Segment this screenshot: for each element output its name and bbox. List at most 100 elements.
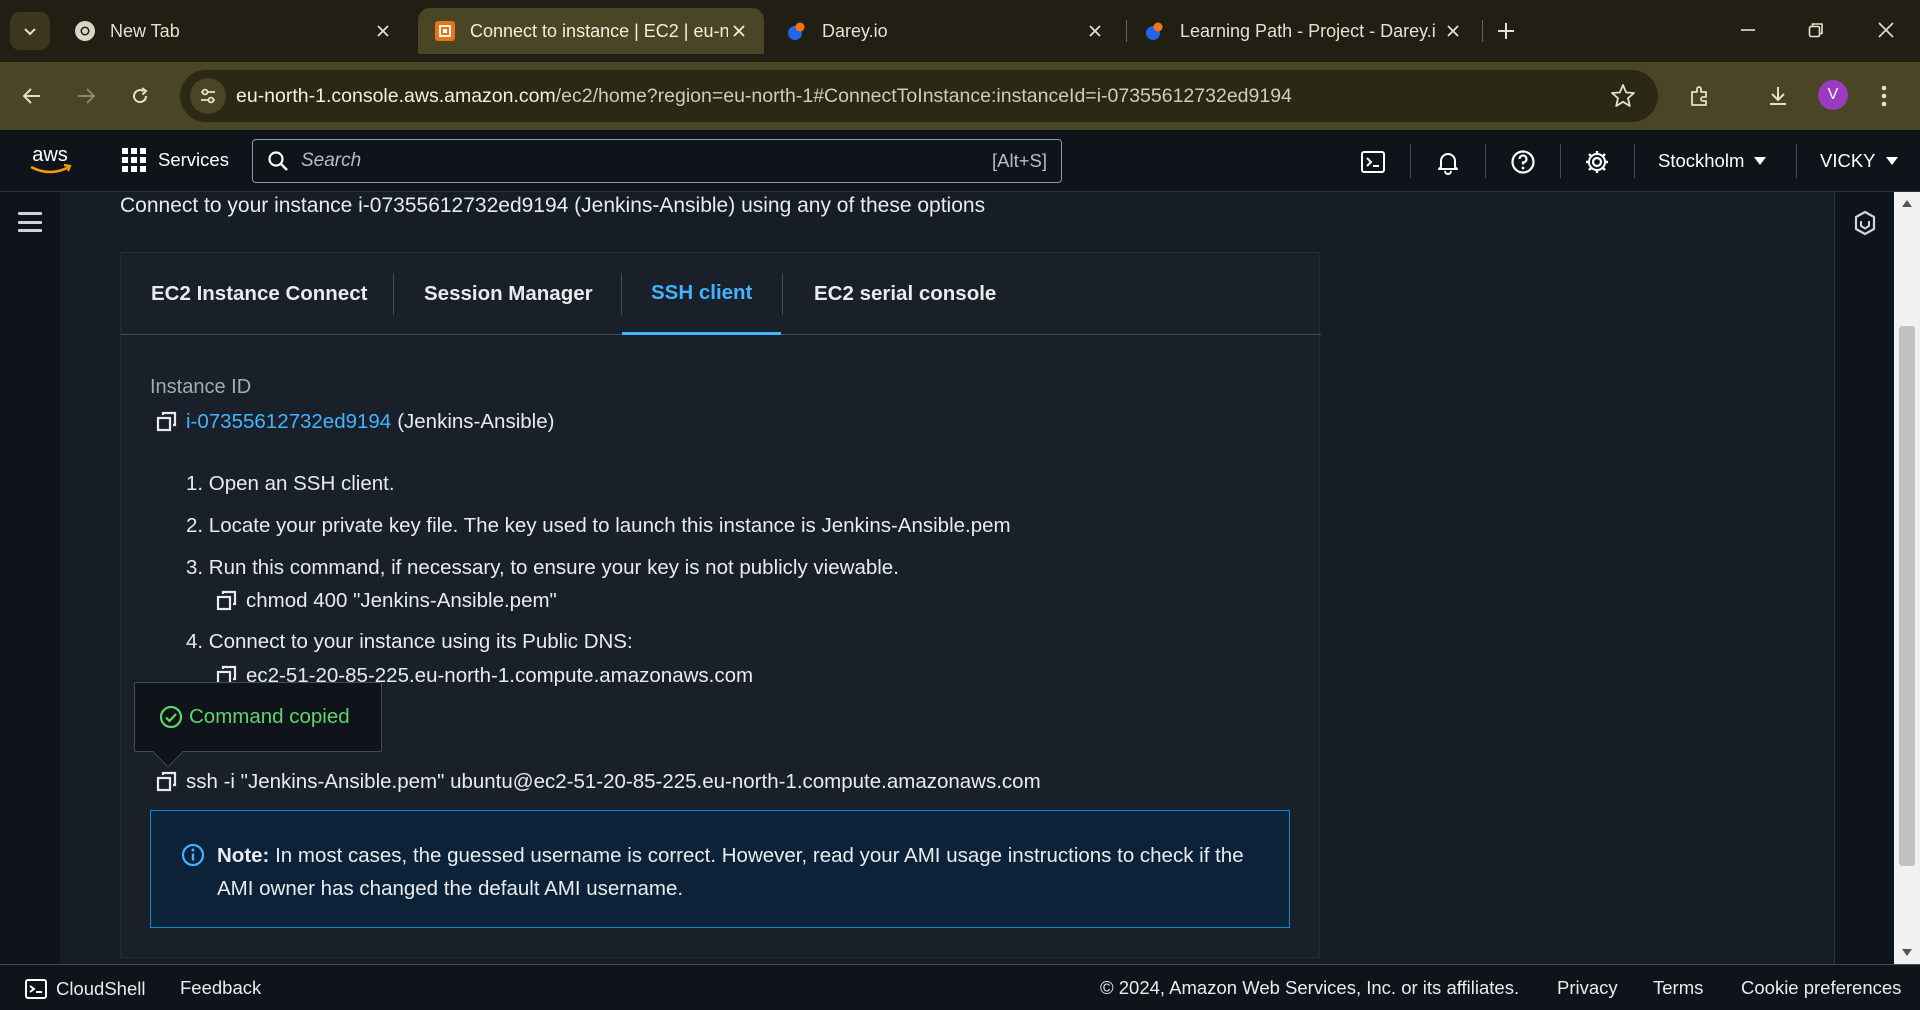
note-text: Note: In most cases, the guessed usernam… xyxy=(217,839,1257,905)
gear-icon xyxy=(1586,151,1608,173)
connect-method-tabs: EC2 Instance Connect Session Manager SSH… xyxy=(121,253,1321,335)
bookmark-star-icon[interactable] xyxy=(1610,83,1636,109)
close-tab-icon[interactable] xyxy=(372,20,394,42)
instance-name: (Jenkins-Ansible) xyxy=(397,410,555,433)
tab-separator xyxy=(393,273,394,315)
tab-session-manager[interactable]: Session Manager xyxy=(424,253,593,335)
services-menu[interactable]: Services xyxy=(122,148,229,172)
tab-search-button[interactable] xyxy=(10,12,50,50)
browser-tab-learning-path[interactable]: Learning Path - Project - Darey.i xyxy=(1128,8,1478,54)
tools-panel-rail xyxy=(1834,192,1894,964)
notifications-button[interactable] xyxy=(1435,149,1461,175)
new-tab-button[interactable] xyxy=(1492,17,1520,45)
account-menu[interactable]: VICKY xyxy=(1820,150,1898,172)
region-selector[interactable]: Stockholm xyxy=(1658,150,1767,172)
minimize-button[interactable] xyxy=(1728,14,1768,46)
header-separator xyxy=(1634,144,1635,178)
side-navigation-rail xyxy=(0,192,60,964)
browser-menu-button[interactable] xyxy=(1866,78,1902,114)
svg-text:aws: aws xyxy=(32,144,68,166)
downloads-button[interactable] xyxy=(1760,78,1796,114)
reload-button[interactable] xyxy=(122,78,158,114)
step-4: 4. Connect to your instance using its Pu… xyxy=(186,630,633,653)
header-separator xyxy=(1485,144,1486,178)
tab-ssh-client[interactable]: SSH client xyxy=(622,253,782,335)
url-path: /ec2/home?region=eu-north-1#ConnectToIns… xyxy=(555,84,1292,107)
caret-down-icon xyxy=(1754,157,1767,165)
download-icon xyxy=(1770,87,1786,105)
account-label: VICKY xyxy=(1820,150,1876,171)
tab-separator xyxy=(1482,20,1483,42)
scroll-down-icon[interactable] xyxy=(1902,949,1912,956)
step-2: 2. Locate your private key file. The key… xyxy=(186,514,1011,537)
close-tab-icon[interactable] xyxy=(1442,20,1464,42)
close-tab-icon[interactable] xyxy=(1084,20,1106,42)
bell-icon xyxy=(1438,153,1458,175)
menu-hamburger-icon[interactable] xyxy=(18,212,42,232)
note-alert: Note: In most cases, the guessed usernam… xyxy=(150,810,1290,928)
tab-ec2-serial-console[interactable]: EC2 serial console xyxy=(814,253,996,335)
profile-avatar[interactable]: V xyxy=(1818,80,1848,110)
console-footer: CloudShell Feedback © 2024, Amazon Web S… xyxy=(0,964,1920,1010)
cloudshell-label: CloudShell xyxy=(56,978,146,999)
search-input[interactable] xyxy=(301,150,992,172)
instance-id-row: i-07355612732ed9194 (Jenkins-Ansible) xyxy=(156,410,554,434)
instance-id-link[interactable]: i-07355612732ed9194 xyxy=(186,410,391,434)
terms-link[interactable]: Terms xyxy=(1653,977,1703,999)
step-3: 3. Run this command, if necessary, to en… xyxy=(186,556,899,579)
cloudshell-footer-button[interactable]: CloudShell xyxy=(24,977,145,1001)
close-window-button[interactable] xyxy=(1866,14,1906,46)
browser-toolbar: eu-north-1.console.aws.amazon.com/ec2/ho… xyxy=(0,62,1920,130)
cookie-preferences-link[interactable]: Cookie preferences xyxy=(1741,977,1901,999)
search-shortcut-hint: [Alt+S] xyxy=(991,150,1047,171)
scroll-up-icon[interactable] xyxy=(1902,200,1912,207)
help-button[interactable] xyxy=(1510,149,1536,175)
address-bar[interactable]: eu-north-1.console.aws.amazon.com/ec2/ho… xyxy=(180,70,1658,122)
chmod-command: chmod 400 "Jenkins-Ansible.pem" xyxy=(246,589,557,612)
copy-icon[interactable] xyxy=(156,411,178,433)
note-label: Note: xyxy=(217,844,270,867)
tooltip-message: Command copied xyxy=(189,705,350,728)
browser-tab-new-tab[interactable]: New Tab xyxy=(58,8,408,54)
terminal-icon xyxy=(25,979,47,999)
aws-logo-icon[interactable]: aws xyxy=(26,144,74,178)
services-grid-icon xyxy=(122,148,146,172)
help-icon xyxy=(1511,150,1535,174)
copy-icon[interactable] xyxy=(156,771,178,793)
browser-tab-ec2-connect[interactable]: Connect to instance | EC2 | eu-n xyxy=(418,8,764,54)
arrow-right-icon xyxy=(78,88,96,104)
terminal-icon xyxy=(1361,151,1385,173)
copy-icon[interactable] xyxy=(216,590,238,612)
tab-title: New Tab xyxy=(110,20,180,41)
privacy-link[interactable]: Privacy xyxy=(1557,977,1618,999)
forward-button[interactable] xyxy=(68,78,104,114)
console-search[interactable]: [Alt+S] xyxy=(252,139,1062,183)
minimize-icon xyxy=(1741,29,1755,31)
close-tab-icon[interactable] xyxy=(728,20,750,42)
tune-icon xyxy=(201,88,215,104)
settings-button[interactable] xyxy=(1584,149,1610,175)
header-separator xyxy=(1560,144,1561,178)
check-circle-icon xyxy=(159,705,183,729)
info-panel-hexagon-icon[interactable] xyxy=(1853,210,1877,236)
site-info-button[interactable] xyxy=(190,78,226,114)
search-icon xyxy=(268,151,288,171)
ssh-command-row: ssh -i "Jenkins-Ansible.pem" ubuntu@ec2-… xyxy=(156,770,1041,794)
restore-button[interactable] xyxy=(1796,14,1836,46)
page-scrollbar[interactable] xyxy=(1894,192,1920,964)
url-host: eu-north-1.console.aws.amazon.com xyxy=(236,84,556,107)
tab-title: Learning Path - Project - Darey.i xyxy=(1180,20,1436,41)
browser-tab-darey[interactable]: Darey.io xyxy=(770,8,1120,54)
chmod-command-row: chmod 400 "Jenkins-Ansible.pem" xyxy=(216,589,557,613)
tab-separator xyxy=(1126,20,1127,42)
instance-id-label: Instance ID xyxy=(150,376,252,398)
cloudshell-button[interactable] xyxy=(1360,149,1386,175)
back-button[interactable] xyxy=(14,78,50,114)
extensions-button[interactable] xyxy=(1682,78,1718,114)
feedback-link[interactable]: Feedback xyxy=(180,977,261,999)
tab-ec2-instance-connect[interactable]: EC2 Instance Connect xyxy=(151,253,367,335)
note-body: In most cases, the guessed username is c… xyxy=(217,844,1244,900)
command-copied-tooltip: Command copied xyxy=(134,682,382,768)
scrollbar-thumb[interactable] xyxy=(1899,326,1915,866)
arrow-left-icon xyxy=(22,88,40,104)
